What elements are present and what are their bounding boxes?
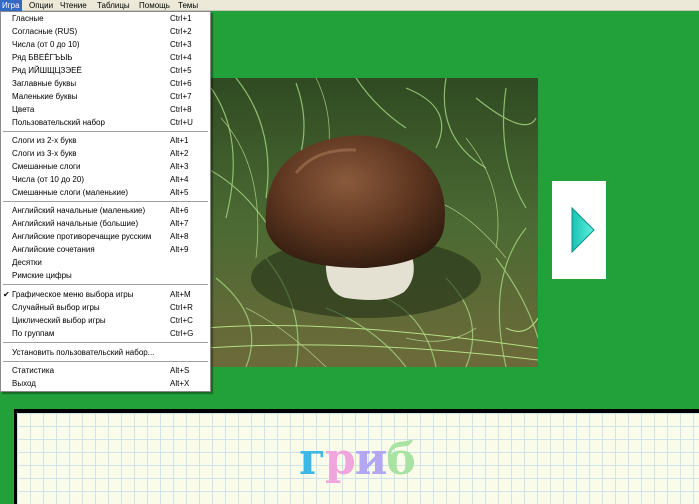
menu-item[interactable]: Гласные Ctrl+1 <box>1 13 210 25</box>
menu-item[interactable]: Цвета Ctrl+8 <box>1 104 210 116</box>
menu-item[interactable]: Циклический выбор игры Ctrl+C <box>1 315 210 327</box>
word-letter: б <box>386 434 415 485</box>
menu-item[interactable]: Английские сочетания Alt+9 <box>1 244 210 256</box>
menu-options[interactable]: Опции <box>27 0 55 11</box>
menu-item[interactable]: Слоги из 2-х букв Alt+1 <box>1 135 210 147</box>
menu-item[interactable]: Установить пользовательский набор... <box>1 347 210 359</box>
word-letter: и <box>354 434 388 485</box>
menu-separator <box>3 201 208 203</box>
menu-help[interactable]: Помощь <box>137 0 172 11</box>
menu-separator <box>3 361 208 363</box>
menu-themes[interactable]: Темы <box>176 0 200 11</box>
menu-item[interactable]: Римские цифры <box>1 270 210 282</box>
menu-item[interactable]: Числа (от 10 до 20) Alt+4 <box>1 174 210 186</box>
menu-item[interactable]: Случайный выбор игры Ctrl+R <box>1 302 210 314</box>
checkmark-icon: ✔ <box>3 290 10 299</box>
word-panel: гриб <box>14 409 699 504</box>
menu-reading[interactable]: Чтение <box>58 0 89 11</box>
menu-item[interactable]: Ряд БВЕЁГЪЫЬ Ctrl+4 <box>1 52 210 64</box>
menu-item[interactable]: Английский начальные (маленькие) Alt+6 <box>1 205 210 217</box>
menu-bar: Игра Опции Чтение Таблицы Помощь Темы <box>0 0 699 11</box>
word-letter: г <box>299 434 326 485</box>
menu-item[interactable]: По группам Ctrl+G <box>1 328 210 340</box>
menu-item[interactable]: Ряд ИЙШЩЦЗЭЕЁ Ctrl+5 <box>1 65 210 77</box>
menu-item[interactable]: Статистика Alt+S <box>1 365 210 377</box>
menu-item[interactable]: Смешанные слоги (маленькие) Alt+5 <box>1 187 210 199</box>
menu-tables[interactable]: Таблицы <box>95 0 132 11</box>
menu-item[interactable]: Числа (от 0 до 10) Ctrl+3 <box>1 39 210 51</box>
game-menu-dropdown: Гласные Ctrl+1 Согласные (RUS) Ctrl+2 Числ… <box>0 11 211 392</box>
mushroom-picture <box>206 78 538 367</box>
menu-separator <box>3 284 208 286</box>
next-button[interactable] <box>552 181 606 279</box>
menu-game[interactable]: Игра <box>0 0 22 11</box>
menu-item[interactable]: Смешанные слоги Alt+3 <box>1 161 210 173</box>
menu-item[interactable]: Согласные (RUS) Ctrl+2 <box>1 26 210 38</box>
word-display: гриб <box>299 433 416 487</box>
menu-separator <box>3 131 208 133</box>
grid-paper: гриб <box>17 413 699 504</box>
word-letter: р <box>324 434 356 485</box>
menu-item[interactable]: Маленькие буквы Ctrl+7 <box>1 91 210 103</box>
menu-item[interactable]: Выход Alt+X <box>1 378 210 390</box>
menu-item[interactable]: Десятки <box>1 257 210 269</box>
menu-item[interactable]: Заглавные буквы Ctrl+6 <box>1 78 210 90</box>
menu-item[interactable]: Английские противоречащие русским Alt+8 <box>1 231 210 243</box>
menu-item[interactable]: ✔ Графическое меню выбора игры Alt+M <box>1 289 210 301</box>
menu-item[interactable]: Пользовательский набор Ctrl+U <box>1 117 210 129</box>
play-arrow-icon <box>571 206 595 254</box>
menu-item[interactable]: Слоги из 3-х букв Alt+2 <box>1 148 210 160</box>
menu-item[interactable]: Английский начальные (большие) Alt+7 <box>1 218 210 230</box>
menu-separator <box>3 342 208 344</box>
